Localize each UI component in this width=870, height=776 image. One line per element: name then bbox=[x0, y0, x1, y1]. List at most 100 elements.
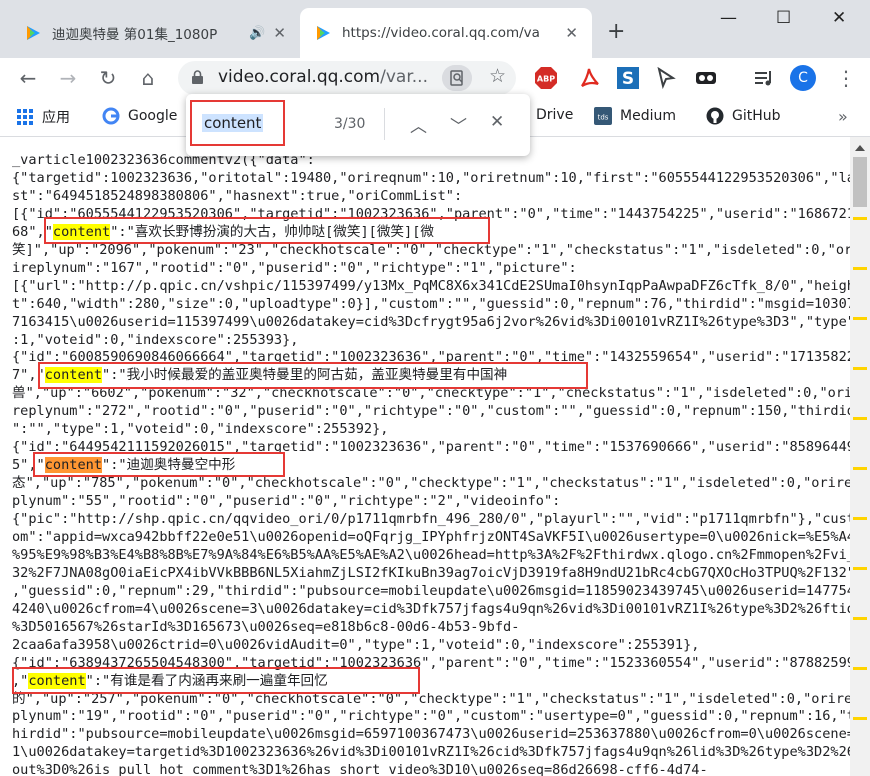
new-tab-button[interactable]: + bbox=[607, 18, 625, 46]
json-text-segment: ":"","type":1,"voteid":0,"indexscore":25… bbox=[12, 421, 389, 438]
annotation-box bbox=[44, 217, 490, 244]
s-extension-icon[interactable]: S bbox=[616, 66, 640, 90]
find-match-marker bbox=[853, 217, 867, 220]
bookmark-label: Medium bbox=[620, 108, 676, 124]
find-divider bbox=[384, 108, 385, 140]
json-text-segment: plynum":"55","rootid":"0","puserid":"0",… bbox=[12, 493, 561, 510]
json-text-segment: 2caa6afa3958\u0026ctrid=0\u0026vidAudit=… bbox=[12, 636, 700, 653]
json-text-segment: 7163415\u0026userid=115397499\u0026datak… bbox=[12, 313, 850, 330]
vertical-scrollbar[interactable] bbox=[850, 137, 870, 776]
pointer-icon[interactable] bbox=[654, 66, 678, 90]
json-text-segment: out%3D0%26is_pull_hot_comment%3D1%26has_… bbox=[12, 762, 708, 776]
tab-title: 迪迦奥特曼 第01集_1080P bbox=[52, 27, 218, 43]
reload-button[interactable]: ↻ bbox=[94, 64, 122, 92]
json-text-segment: 1\u0026datakey=targetid%3D1002323636%26v… bbox=[12, 744, 850, 761]
bookmark-medium[interactable]: tds Medium bbox=[594, 107, 676, 125]
svg-text:S: S bbox=[622, 69, 634, 89]
json-text-segment: 4240\u0026cfrom=4\u0026scene=3\u0026data… bbox=[12, 600, 850, 617]
window-close-button[interactable]: ✕ bbox=[832, 8, 846, 28]
back-button[interactable]: ← bbox=[14, 64, 42, 92]
bookmark-label: Drive bbox=[536, 107, 574, 123]
json-text-segment: ,"guessid":0,"repnum":29,"thirdid":"pubs… bbox=[12, 582, 850, 599]
find-close-button[interactable]: ✕ bbox=[490, 112, 504, 132]
find-match-marker bbox=[853, 467, 867, 470]
json-text-line: %3D5016567%26starId%3D165673\u0026seq=e8… bbox=[12, 618, 519, 636]
json-text-line: replynum":"272","rootid":"0","puserid":"… bbox=[12, 402, 850, 420]
pdf-icon[interactable] bbox=[578, 66, 602, 90]
bookmark-label: Google bbox=[128, 108, 178, 124]
bookmark-google[interactable]: Google bbox=[102, 107, 177, 125]
json-text-line: plynum":"19","rootid":"0","puserid":"0",… bbox=[12, 707, 850, 725]
tencent-video-icon bbox=[317, 26, 330, 40]
json-text-line: ireplynum":"167","rootid":"0","puserid":… bbox=[12, 259, 577, 277]
find-match-marker bbox=[853, 367, 867, 370]
json-text-segment: 态","up":"785","pokenum":"0","checkhotsca… bbox=[12, 475, 850, 492]
maximize-button[interactable]: ☐ bbox=[776, 8, 791, 28]
json-text-segment: 32%2F7JNA08gO0iaEicPX4ibVVkBBB6NL5XiahmZ… bbox=[12, 564, 850, 581]
svg-text:ABP: ABP bbox=[537, 75, 555, 84]
json-text-line: 4240\u0026cfrom=4\u0026scene=3\u0026data… bbox=[12, 600, 850, 618]
json-text-segment: om":"appid=wxca942bbff22e0e51\u0026openi… bbox=[12, 528, 850, 545]
json-text-line: t":640,"width":280,"size":0,"uploadtype"… bbox=[12, 295, 850, 313]
json-text-segment: [{"url":"http://p.qpic.cn/vshpic/1153974… bbox=[12, 277, 850, 294]
bookmark-drive[interactable]: Drive bbox=[536, 107, 573, 123]
json-text-line: {"targetid":1002323636,"oritotal":19480,… bbox=[12, 169, 850, 187]
playlist-icon[interactable] bbox=[752, 66, 776, 90]
scrollbar-thumb[interactable] bbox=[853, 157, 867, 207]
json-text-line: %95%E9%98%B3%E4%B8%8B%E7%9A%84%E6%B5%AA%… bbox=[12, 546, 850, 564]
find-previous-button[interactable]: ︿ bbox=[410, 112, 427, 137]
find-match-marker bbox=[853, 667, 867, 670]
json-text-segment: {"targetid":1002323636,"oritotal":19480,… bbox=[12, 169, 850, 186]
json-text-line: [{"url":"http://p.qpic.cn/vshpic/1153974… bbox=[12, 277, 850, 295]
google-icon bbox=[102, 107, 120, 125]
adblock-plus-icon[interactable]: ABP bbox=[534, 66, 558, 90]
find-in-page-icon[interactable] bbox=[442, 65, 472, 91]
bookmark-star-icon[interactable]: ☆ bbox=[489, 65, 506, 87]
svg-text:tds: tds bbox=[598, 114, 609, 122]
forward-button[interactable]: → bbox=[54, 64, 82, 92]
json-text-line: hirdid":"pubsource=mobileupdate\u0026msg… bbox=[12, 725, 850, 743]
lock-icon bbox=[192, 70, 203, 84]
annotation-box bbox=[12, 667, 420, 694]
json-text-line: ,"guessid":0,"repnum":29,"thirdid":"pubs… bbox=[12, 582, 850, 600]
scroll-up-arrow-icon[interactable] bbox=[855, 145, 865, 151]
find-match-marker bbox=[853, 717, 867, 720]
json-text-line: 2caa6afa3958\u0026ctrid=0\u0026vidAudit=… bbox=[12, 636, 699, 654]
annotation-box bbox=[38, 362, 588, 389]
json-text-segment: replynum":"272","rootid":"0","puserid":"… bbox=[12, 403, 850, 420]
browser-menu-button[interactable]: ⋮ bbox=[834, 66, 858, 90]
bookmarks-overflow-button[interactable]: » bbox=[838, 107, 848, 126]
glasses-icon[interactable] bbox=[694, 66, 718, 90]
find-next-button[interactable]: ﹀ bbox=[450, 112, 467, 137]
tencent-video-icon bbox=[27, 26, 40, 40]
url-text: video.coral.qq.com/var... bbox=[218, 67, 428, 87]
annotation-box bbox=[33, 452, 285, 477]
profile-avatar[interactable]: C bbox=[790, 65, 816, 91]
json-text-line: plynum":"55","rootid":"0","puserid":"0",… bbox=[12, 492, 560, 510]
address-bar[interactable]: video.coral.qq.com/var... ☆ bbox=[178, 61, 516, 95]
find-match-marker bbox=[853, 267, 867, 270]
tab-title: https://video.coral.qq.com/va bbox=[342, 25, 540, 41]
json-text-segment: ireplynum":"167","rootid":"0","puserid":… bbox=[12, 259, 577, 276]
find-query[interactable]: content bbox=[202, 114, 264, 132]
tab-close-icon[interactable]: ✕ bbox=[273, 24, 286, 42]
speaker-icon[interactable]: 🔊 bbox=[249, 26, 265, 41]
tab-tiga-episode[interactable]: 迪迦奥特曼 第01集_1080P 🔊 ✕ bbox=[10, 8, 300, 58]
tab-close-icon[interactable]: ✕ bbox=[565, 24, 578, 42]
find-bar: content 3/30 ︿ ﹀ ✕ bbox=[186, 94, 530, 156]
find-match-marker bbox=[853, 617, 867, 620]
json-text-segment: %95%E9%98%B3%E4%B8%8B%E7%9A%84%E6%B5%AA%… bbox=[12, 546, 850, 563]
json-text-line: {"pic":"http://shp.qpic.cn/qqvideo_ori/0… bbox=[12, 510, 850, 528]
tab-strip: 迪迦奥特曼 第01集_1080P 🔊 ✕ https://video.coral… bbox=[0, 0, 870, 58]
home-button[interactable]: ⌂ bbox=[134, 64, 162, 92]
find-match-marker bbox=[853, 317, 867, 320]
json-text-line: 1\u0026datakey=targetid%3D1002323636%26v… bbox=[12, 743, 850, 761]
find-match-count: 3/30 bbox=[334, 116, 366, 132]
json-text-line: :1,"voteid":0,"indexscore":255393}, bbox=[12, 331, 298, 349]
minimize-button[interactable]: — bbox=[720, 8, 737, 28]
json-text-line: 7163415\u0026userid=115397499\u0026datak… bbox=[12, 313, 850, 331]
find-match-marker bbox=[853, 417, 867, 420]
tab-coral-comments[interactable]: https://video.coral.qq.com/va ✕ bbox=[300, 8, 592, 58]
bookmark-github[interactable]: GitHub bbox=[706, 107, 781, 125]
bookmark-apps[interactable]: 应用 bbox=[16, 107, 70, 127]
